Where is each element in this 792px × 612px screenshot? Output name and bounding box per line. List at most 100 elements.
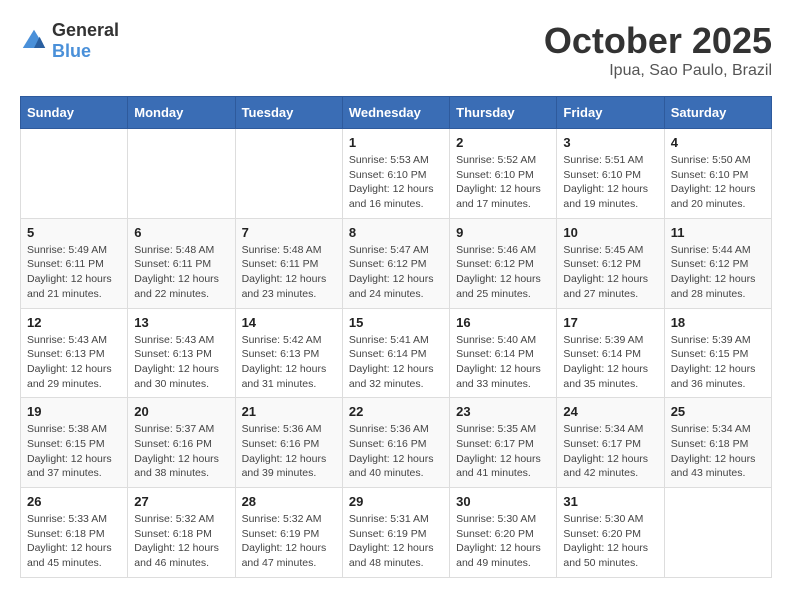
day-number: 1 [349,135,443,150]
calendar-day-cell: 30 Sunrise: 5:30 AM Sunset: 6:20 PM Dayli… [450,488,557,578]
day-info: Sunrise: 5:48 AM Sunset: 6:11 PM Dayligh… [134,243,228,302]
calendar-day-cell: 26 Sunrise: 5:33 AM Sunset: 6:18 PM Dayli… [21,488,128,578]
day-number: 31 [563,494,657,509]
day-info: Sunrise: 5:44 AM Sunset: 6:12 PM Dayligh… [671,243,765,302]
calendar-day-cell: 9 Sunrise: 5:46 AM Sunset: 6:12 PM Daylig… [450,218,557,308]
day-number: 6 [134,225,228,240]
logo-general-text: General [52,20,119,40]
day-info: Sunrise: 5:37 AM Sunset: 6:16 PM Dayligh… [134,422,228,481]
day-info: Sunrise: 5:33 AM Sunset: 6:18 PM Dayligh… [27,512,121,571]
day-number: 13 [134,315,228,330]
day-number: 5 [27,225,121,240]
day-info: Sunrise: 5:51 AM Sunset: 6:10 PM Dayligh… [563,153,657,212]
day-number: 30 [456,494,550,509]
calendar-day-cell: 20 Sunrise: 5:37 AM Sunset: 6:16 PM Dayli… [128,398,235,488]
day-number: 15 [349,315,443,330]
calendar-day-cell: 4 Sunrise: 5:50 AM Sunset: 6:10 PM Daylig… [664,129,771,219]
day-info: Sunrise: 5:36 AM Sunset: 6:16 PM Dayligh… [349,422,443,481]
calendar-day-cell [21,129,128,219]
calendar-location: Ipua, Sao Paulo, Brazil [544,62,772,80]
weekday-cell: Tuesday [235,97,342,129]
calendar-day-cell: 6 Sunrise: 5:48 AM Sunset: 6:11 PM Daylig… [128,218,235,308]
day-info: Sunrise: 5:34 AM Sunset: 6:17 PM Dayligh… [563,422,657,481]
day-number: 17 [563,315,657,330]
day-info: Sunrise: 5:47 AM Sunset: 6:12 PM Dayligh… [349,243,443,302]
calendar-day-cell: 1 Sunrise: 5:53 AM Sunset: 6:10 PM Daylig… [342,129,449,219]
day-number: 20 [134,404,228,419]
day-number: 28 [242,494,336,509]
calendar-day-cell: 12Sunrise: 5:43 AM Sunset: 6:13 PM Dayli… [21,308,128,398]
weekday-cell: Friday [557,97,664,129]
day-info: Sunrise: 5:35 AM Sunset: 6:17 PM Dayligh… [456,422,550,481]
day-number: 27 [134,494,228,509]
calendar-week-row: 5 Sunrise: 5:49 AM Sunset: 6:11 PM Daylig… [21,218,772,308]
day-number: 29 [349,494,443,509]
day-info: Sunrise: 5:43 AM Sunset: 6:13 PM Dayligh… [27,333,121,392]
calendar-day-cell: 13 Sunrise: 5:43 AM Sunset: 6:13 PM Dayli… [128,308,235,398]
calendar-day-cell: 10 Sunrise: 5:45 AM Sunset: 6:12 PM Dayli… [557,218,664,308]
day-number: 9 [456,225,550,240]
calendar-day-cell: 3 Sunrise: 5:51 AM Sunset: 6:10 PM Daylig… [557,129,664,219]
day-info: Sunrise: 5:49 AM Sunset: 6:11 PM Dayligh… [27,243,121,302]
weekday-cell: Wednesday [342,97,449,129]
calendar-table: SundayMondayTuesdayWednesdayThursdayFrid… [20,96,772,578]
day-info: Sunrise: 5:53 AM Sunset: 6:10 PM Dayligh… [349,153,443,212]
calendar-day-cell: 2Sunrise: 5:52 AM Sunset: 6:10 PM Daylig… [450,129,557,219]
day-number: 10 [563,225,657,240]
calendar-week-row: 26 Sunrise: 5:33 AM Sunset: 6:18 PM Dayli… [21,488,772,578]
day-info: Sunrise: 5:32 AM Sunset: 6:19 PM Dayligh… [242,512,336,571]
weekday-header-row: SundayMondayTuesdayWednesdayThursdayFrid… [21,97,772,129]
day-number: 25 [671,404,765,419]
day-number: 8 [349,225,443,240]
day-number: 21 [242,404,336,419]
title-block: October 2025 Ipua, Sao Paulo, Brazil [544,20,772,80]
page-header: General Blue October 2025 Ipua, Sao Paul… [20,20,772,80]
calendar-day-cell: 28 Sunrise: 5:32 AM Sunset: 6:19 PM Dayli… [235,488,342,578]
calendar-week-row: 1 Sunrise: 5:53 AM Sunset: 6:10 PM Daylig… [21,129,772,219]
day-info: Sunrise: 5:46 AM Sunset: 6:12 PM Dayligh… [456,243,550,302]
day-number: 14 [242,315,336,330]
day-number: 23 [456,404,550,419]
calendar-day-cell: 27Sunrise: 5:32 AM Sunset: 6:18 PM Dayli… [128,488,235,578]
calendar-day-cell: 23 Sunrise: 5:35 AM Sunset: 6:17 PM Dayli… [450,398,557,488]
day-info: Sunrise: 5:39 AM Sunset: 6:14 PM Dayligh… [563,333,657,392]
day-number: 7 [242,225,336,240]
day-info: Sunrise: 5:48 AM Sunset: 6:11 PM Dayligh… [242,243,336,302]
day-info: Sunrise: 5:30 AM Sunset: 6:20 PM Dayligh… [456,512,550,571]
calendar-day-cell: 15Sunrise: 5:41 AM Sunset: 6:14 PM Dayli… [342,308,449,398]
day-info: Sunrise: 5:45 AM Sunset: 6:12 PM Dayligh… [563,243,657,302]
day-info: Sunrise: 5:36 AM Sunset: 6:16 PM Dayligh… [242,422,336,481]
logo-blue-text: Blue [52,41,91,61]
day-number: 4 [671,135,765,150]
day-info: Sunrise: 5:50 AM Sunset: 6:10 PM Dayligh… [671,153,765,212]
day-number: 3 [563,135,657,150]
calendar-body: 1 Sunrise: 5:53 AM Sunset: 6:10 PM Daylig… [21,129,772,578]
calendar-day-cell: 8 Sunrise: 5:47 AM Sunset: 6:12 PM Daylig… [342,218,449,308]
calendar-day-cell: 5 Sunrise: 5:49 AM Sunset: 6:11 PM Daylig… [21,218,128,308]
day-number: 26 [27,494,121,509]
calendar-day-cell [235,129,342,219]
weekday-cell: Sunday [21,97,128,129]
calendar-day-cell: 24Sunrise: 5:34 AM Sunset: 6:17 PM Dayli… [557,398,664,488]
day-number: 2 [456,135,550,150]
calendar-day-cell: 21 Sunrise: 5:36 AM Sunset: 6:16 PM Dayli… [235,398,342,488]
day-info: Sunrise: 5:43 AM Sunset: 6:13 PM Dayligh… [134,333,228,392]
day-info: Sunrise: 5:39 AM Sunset: 6:15 PM Dayligh… [671,333,765,392]
calendar-day-cell: 16Sunrise: 5:40 AM Sunset: 6:14 PM Dayli… [450,308,557,398]
day-info: Sunrise: 5:42 AM Sunset: 6:13 PM Dayligh… [242,333,336,392]
weekday-cell: Monday [128,97,235,129]
calendar-day-cell: 25 Sunrise: 5:34 AM Sunset: 6:18 PM Dayli… [664,398,771,488]
calendar-day-cell [128,129,235,219]
day-info: Sunrise: 5:30 AM Sunset: 6:20 PM Dayligh… [563,512,657,571]
weekday-cell: Saturday [664,97,771,129]
calendar-day-cell: 14 Sunrise: 5:42 AM Sunset: 6:13 PM Dayli… [235,308,342,398]
day-number: 18 [671,315,765,330]
day-info: Sunrise: 5:38 AM Sunset: 6:15 PM Dayligh… [27,422,121,481]
day-number: 11 [671,225,765,240]
calendar-day-cell: 22Sunrise: 5:36 AM Sunset: 6:16 PM Dayli… [342,398,449,488]
calendar-day-cell: 17 Sunrise: 5:39 AM Sunset: 6:14 PM Dayli… [557,308,664,398]
logo: General Blue [20,20,119,62]
day-number: 19 [27,404,121,419]
day-info: Sunrise: 5:40 AM Sunset: 6:14 PM Dayligh… [456,333,550,392]
day-info: Sunrise: 5:34 AM Sunset: 6:18 PM Dayligh… [671,422,765,481]
